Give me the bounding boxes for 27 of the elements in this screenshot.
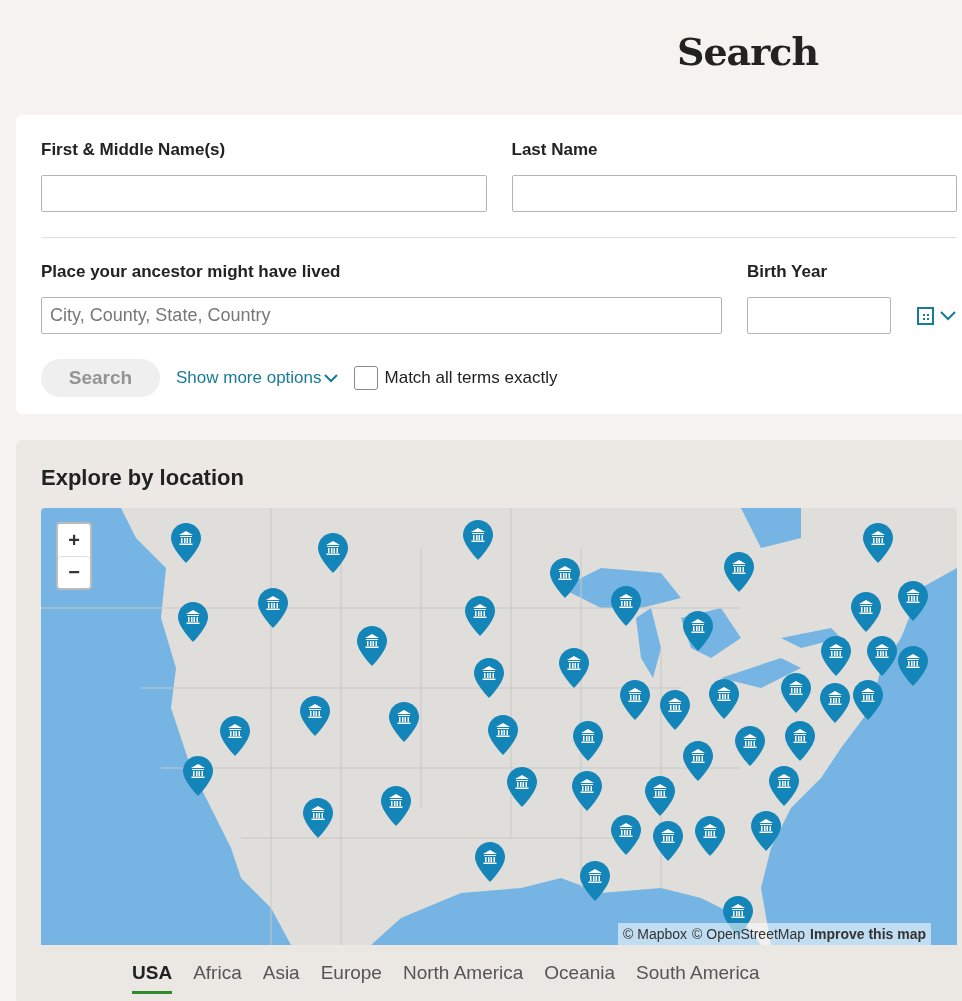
caret-icon [323,373,338,383]
field-label: Place your ancestor might have lived [41,262,342,283]
improve-map-link[interactable]: Improve this map [810,926,926,942]
attribution-text: © Mapbox [623,926,688,942]
input-field[interactable] [41,175,487,212]
region-tab[interactable]: USA [132,945,173,994]
region-tab[interactable]: Asia [262,945,300,994]
region-tab[interactable]: Africa [193,945,242,994]
input-field[interactable] [511,175,957,212]
checkbox-label: Match all terms exactly [384,368,558,388]
field-label: Last Name [511,140,599,161]
year-options-button[interactable] [917,306,957,325]
input-field[interactable]: City, County, State, Country [41,297,722,334]
section-heading: Explore by location [41,464,245,492]
year-field[interactable] [747,297,891,334]
page-title: Search [677,30,820,76]
water-area [636,608,661,678]
water-area [741,508,801,548]
region-tab[interactable]: Oceania [544,945,616,994]
show-more-options-link[interactable]: Show more options [176,368,338,388]
region-tab[interactable]: North America [402,945,524,994]
attribution-text: © OpenStreetMap [692,926,806,942]
region-tab[interactable]: South America [636,945,760,994]
checkbox[interactable] [353,366,378,390]
region-tab[interactable]: Europe [320,945,382,994]
field-label: First & Middle Name(s) [41,140,227,161]
field-label: Birth Year [747,262,828,283]
